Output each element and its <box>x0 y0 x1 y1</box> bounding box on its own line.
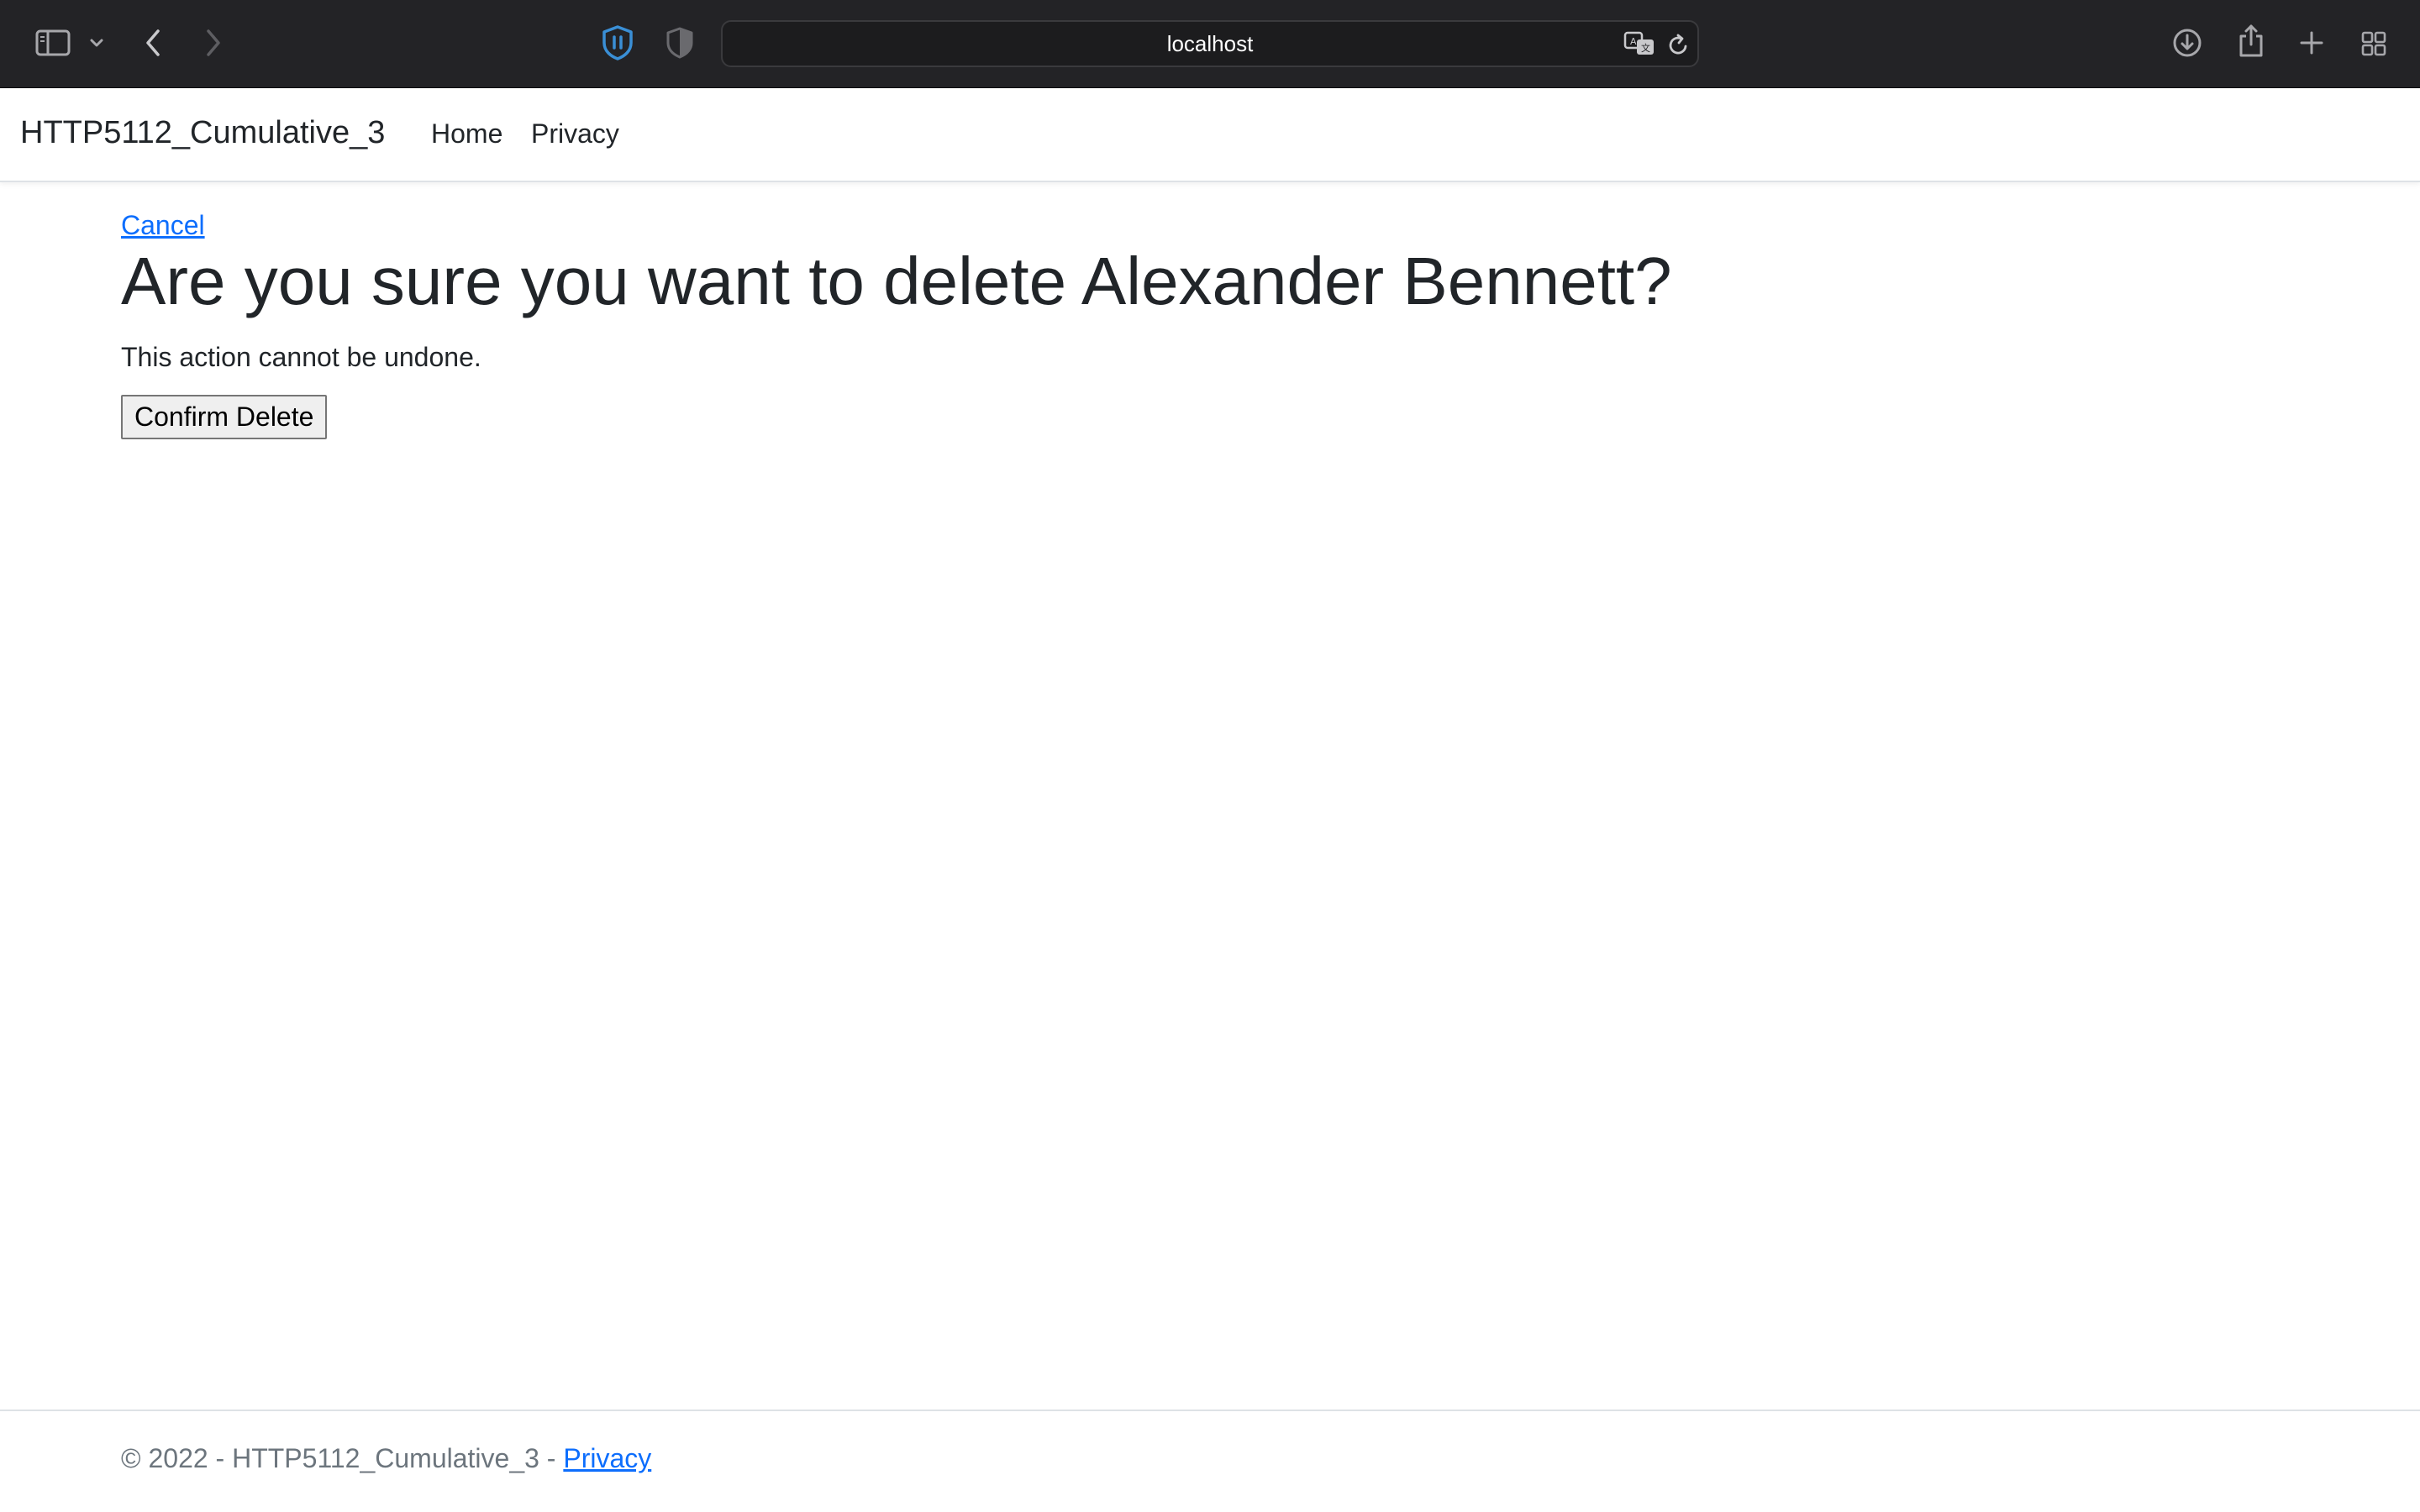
confirm-delete-button[interactable]: Confirm Delete <box>121 395 328 439</box>
svg-text:文: 文 <box>1641 42 1650 54</box>
share-icon[interactable] <box>2232 20 2270 62</box>
footer-copyright: © 2022 - HTTP5112_Cumulative_3 - <box>121 1443 564 1473</box>
download-icon[interactable] <box>2168 24 2207 62</box>
browser-toolbar: localhost A 文 <box>0 0 2420 88</box>
shield-icon[interactable] <box>597 22 639 64</box>
navbar-brand[interactable]: HTTP5112_Cumulative_3 <box>20 115 385 151</box>
chevron-left-icon[interactable] <box>134 25 171 60</box>
address-bar[interactable]: localhost <box>721 20 1699 67</box>
reload-icon[interactable] <box>1664 28 1694 61</box>
grid-icon[interactable] <box>2354 25 2393 62</box>
sidebar-icon[interactable] <box>32 25 74 60</box>
nav-link-privacy[interactable]: Privacy <box>531 118 619 150</box>
nav-link-home[interactable]: Home <box>431 118 502 150</box>
warning-text: This action cannot be undone. <box>121 342 481 372</box>
cancel-link[interactable]: Cancel <box>121 210 205 241</box>
svg-text:A: A <box>1630 36 1637 47</box>
translate-icon[interactable]: A 文 <box>1622 27 1659 60</box>
footer-privacy-link[interactable]: Privacy <box>563 1443 651 1473</box>
half-shield-icon[interactable] <box>660 24 699 62</box>
plus-icon[interactable] <box>2292 24 2331 62</box>
site-navbar: HTTP5112_Cumulative_3 Home Privacy <box>0 88 2420 182</box>
url-text: localhost <box>1166 30 1254 56</box>
chevron-right-icon[interactable] <box>195 25 232 60</box>
page-footer: © 2022 - HTTP5112_Cumulative_3 - Privacy <box>0 1410 2420 1512</box>
footer-text: © 2022 - HTTP5112_Cumulative_3 - Privacy <box>121 1443 651 1474</box>
page-title: Are you sure you want to delete Alexande… <box>121 244 1672 318</box>
main-content: Cancel Are you sure you want to delete A… <box>121 210 2306 439</box>
chevron-down-icon[interactable] <box>84 29 109 57</box>
